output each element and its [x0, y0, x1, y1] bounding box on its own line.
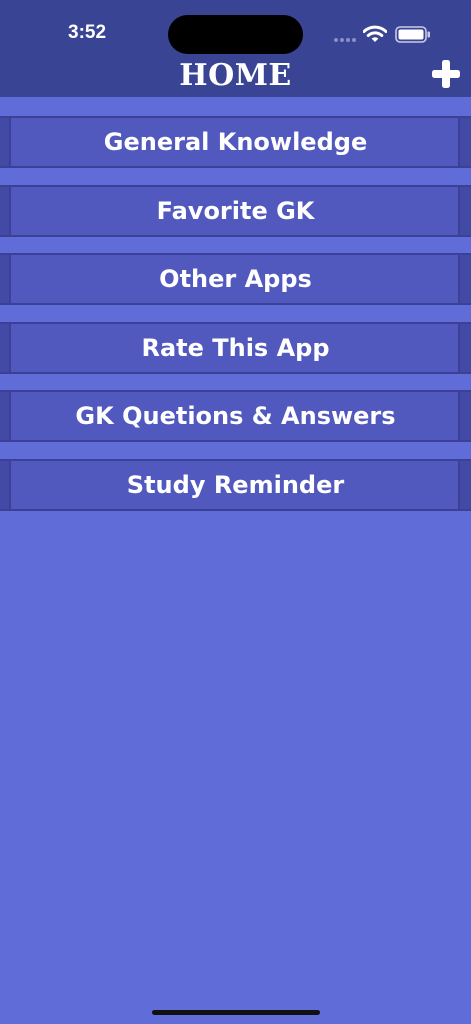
menu-item-label: Study Reminder: [126, 471, 345, 499]
menu-item-label: General Knowledge: [103, 128, 368, 156]
menu-item-label: Favorite GK: [156, 197, 315, 225]
menu-item-study-reminder[interactable]: Study Reminder: [0, 459, 471, 511]
menu-item-label: GK Quetions & Answers: [75, 402, 396, 430]
menu-item-other-apps[interactable]: Other Apps: [0, 253, 471, 305]
page-title: HOME: [179, 58, 292, 93]
menu-item-label: Rate This App: [141, 334, 330, 362]
cellular-signal-icon: [334, 38, 358, 43]
dynamic-island: [168, 15, 303, 54]
home-indicator[interactable]: [152, 1010, 320, 1015]
top-bar: 3:52 HOME: [0, 0, 471, 97]
status-time: 3:52: [68, 22, 107, 43]
wifi-icon: [363, 25, 387, 42]
menu-item-gk-questions-answers[interactable]: GK Quetions & Answers: [0, 390, 471, 442]
menu-item-favorite-gk[interactable]: Favorite GK: [0, 185, 471, 237]
battery-icon: [395, 26, 430, 43]
menu-item-general-knowledge[interactable]: General Knowledge: [0, 116, 471, 168]
menu-item-rate-this-app[interactable]: Rate This App: [0, 322, 471, 374]
add-button[interactable]: [430, 58, 462, 90]
plus-icon: [432, 60, 460, 88]
menu-item-label: Other Apps: [159, 265, 312, 293]
